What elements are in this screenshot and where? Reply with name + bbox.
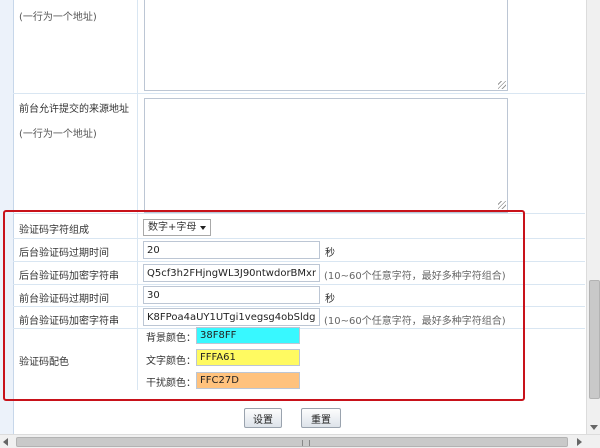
front-key-hint: (10~60个任意字符，最好多种字符组合) — [324, 316, 506, 327]
front-key-label: 前台验证码加密字符串 — [19, 316, 119, 327]
front-key-input[interactable] — [143, 308, 320, 326]
scroll-down-arrow-icon[interactable] — [590, 425, 598, 430]
column-separator — [137, 214, 138, 238]
left-panel-edge — [0, 0, 14, 447]
scroll-left-arrow-icon[interactable] — [3, 438, 8, 446]
row-source-address: 前台允许提交的来源地址 (一行为一个地址) — [13, 94, 585, 214]
row-captcha-chars: 验证码字符组成 数字+字母 — [13, 214, 585, 239]
resize-grip-icon[interactable] — [498, 201, 506, 209]
bg-color-label: 背景颜色： — [146, 333, 196, 344]
row-backend-key: 后台验证码加密字符串 (10~60个任意字符，最好多种字符组合) — [13, 262, 585, 285]
address-list-hint: (一行为一个地址) — [19, 12, 97, 23]
text-color-label: 文字颜色： — [146, 356, 196, 367]
chevron-down-icon — [200, 226, 206, 230]
front-expire-unit: 秒 — [325, 294, 335, 305]
captcha-colors-label: 验证码配色 — [19, 357, 69, 368]
vertical-scrollbar[interactable] — [586, 0, 600, 434]
captcha-chars-select[interactable]: 数字+字母 — [143, 219, 211, 236]
column-separator — [137, 329, 138, 390]
row-backend-expire: 后台验证码过期时间 秒 — [13, 239, 585, 262]
noise-color-label: 干扰颜色： — [146, 378, 196, 389]
text-color-input[interactable] — [196, 349, 300, 366]
backend-key-input[interactable] — [143, 264, 320, 282]
column-separator — [137, 239, 138, 261]
scroll-right-arrow-icon[interactable] — [577, 438, 582, 446]
resize-grip-icon[interactable] — [498, 81, 506, 89]
column-separator — [137, 307, 138, 328]
row-captcha-colors: 验证码配色 背景颜色： 文字颜色： 干扰颜色： — [13, 327, 585, 390]
source-address-label: 前台允许提交的来源地址 — [19, 104, 129, 115]
row-front-key: 前台验证码加密字符串 (10~60个任意字符，最好多种字符组合) — [13, 307, 585, 329]
column-separator — [137, 94, 138, 213]
reset-button[interactable]: 重置 — [301, 408, 341, 428]
backend-key-hint: (10~60个任意字符，最好多种字符组合) — [324, 271, 506, 282]
row-front-expire: 前台验证码过期时间 秒 — [13, 285, 585, 307]
backend-key-label: 后台验证码加密字符串 — [19, 271, 119, 282]
horizontal-scrollbar-thumb[interactable] — [16, 437, 568, 447]
row-address-list: (一行为一个地址) — [13, 0, 585, 94]
front-expire-input[interactable] — [143, 286, 320, 304]
settings-form: (一行为一个地址) 前台允许提交的来源地址 (一行为一个地址) 验证码字符组成 … — [13, 0, 585, 397]
source-address-hint: (一行为一个地址) — [19, 129, 97, 140]
captcha-chars-label: 验证码字符组成 — [19, 225, 89, 236]
backend-expire-label: 后台验证码过期时间 — [19, 248, 109, 259]
column-separator — [137, 285, 138, 306]
horizontal-scrollbar[interactable] — [0, 434, 600, 448]
vertical-scrollbar-thumb[interactable] — [589, 280, 600, 399]
scrollbar-grip-icon — [302, 440, 310, 446]
column-separator — [137, 262, 138, 284]
captcha-chars-value: 数字+字母 — [148, 222, 197, 233]
source-address-textarea[interactable] — [144, 98, 508, 213]
bg-color-input[interactable] — [196, 327, 300, 344]
column-separator — [137, 0, 138, 93]
submit-button[interactable]: 设置 — [244, 408, 282, 428]
backend-expire-unit: 秒 — [325, 248, 335, 259]
address-list-textarea[interactable] — [144, 0, 508, 91]
backend-expire-input[interactable] — [143, 241, 320, 259]
noise-color-input[interactable] — [196, 372, 300, 389]
front-expire-label: 前台验证码过期时间 — [19, 294, 109, 305]
